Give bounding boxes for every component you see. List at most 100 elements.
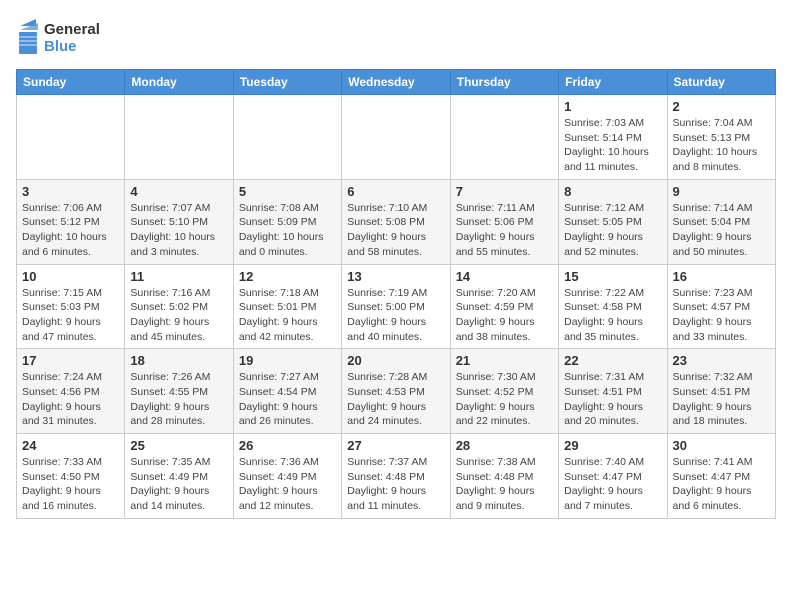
- day-info: Sunrise: 7:40 AM Sunset: 4:47 PM Dayligh…: [564, 455, 661, 514]
- calendar-cell: 8 Sunrise: 7:12 AM Sunset: 5:05 PM Daylig…: [559, 179, 667, 264]
- logo: General Blue: [16, 16, 146, 61]
- day-info: Sunrise: 7:24 AM Sunset: 4:56 PM Dayligh…: [22, 370, 119, 429]
- svg-text:Blue: Blue: [44, 38, 77, 55]
- day-number: 12: [239, 269, 336, 284]
- day-info: Sunrise: 7:19 AM Sunset: 5:00 PM Dayligh…: [347, 286, 444, 345]
- day-info: Sunrise: 7:26 AM Sunset: 4:55 PM Dayligh…: [130, 370, 227, 429]
- calendar-cell: 14 Sunrise: 7:20 AM Sunset: 4:59 PM Dayli…: [450, 264, 558, 349]
- day-info: Sunrise: 7:18 AM Sunset: 5:01 PM Dayligh…: [239, 286, 336, 345]
- calendar-cell: 10 Sunrise: 7:15 AM Sunset: 5:03 PM Dayli…: [17, 264, 125, 349]
- calendar-cell: 27 Sunrise: 7:37 AM Sunset: 4:48 PM Dayli…: [342, 434, 450, 519]
- calendar-cell: 3Sunrise: 7:06 AM Sunset: 5:12 PM Daylig…: [17, 179, 125, 264]
- calendar-cell: 7 Sunrise: 7:11 AM Sunset: 5:06 PM Daylig…: [450, 179, 558, 264]
- day-number: 30: [673, 438, 770, 453]
- day-info: Sunrise: 7:10 AM Sunset: 5:08 PM Dayligh…: [347, 201, 444, 260]
- calendar-cell: 13 Sunrise: 7:19 AM Sunset: 5:00 PM Dayli…: [342, 264, 450, 349]
- day-info: Sunrise: 7:30 AM Sunset: 4:52 PM Dayligh…: [456, 370, 553, 429]
- week-row-4: 17 Sunrise: 7:24 AM Sunset: 4:56 PM Dayli…: [17, 349, 776, 434]
- day-number: 28: [456, 438, 553, 453]
- calendar-cell: 1Sunrise: 7:03 AM Sunset: 5:14 PM Daylig…: [559, 95, 667, 180]
- day-number: 24: [22, 438, 119, 453]
- day-header-wednesday: Wednesday: [342, 70, 450, 95]
- day-headers-row: SundayMondayTuesdayWednesdayThursdayFrid…: [17, 70, 776, 95]
- day-number: 2: [673, 99, 770, 114]
- day-number: 8: [564, 184, 661, 199]
- day-number: 22: [564, 353, 661, 368]
- day-number: 19: [239, 353, 336, 368]
- calendar-cell: 22 Sunrise: 7:31 AM Sunset: 4:51 PM Dayli…: [559, 349, 667, 434]
- day-info: Sunrise: 7:32 AM Sunset: 4:51 PM Dayligh…: [673, 370, 770, 429]
- day-header-saturday: Saturday: [667, 70, 775, 95]
- day-header-monday: Monday: [125, 70, 233, 95]
- day-header-friday: Friday: [559, 70, 667, 95]
- week-row-5: 24 Sunrise: 7:33 AM Sunset: 4:50 PM Dayli…: [17, 434, 776, 519]
- day-number: 16: [673, 269, 770, 284]
- calendar-cell: 29 Sunrise: 7:40 AM Sunset: 4:47 PM Dayli…: [559, 434, 667, 519]
- calendar-cell: 11 Sunrise: 7:16 AM Sunset: 5:02 PM Dayli…: [125, 264, 233, 349]
- calendar-cell: 6 Sunrise: 7:10 AM Sunset: 5:08 PM Daylig…: [342, 179, 450, 264]
- logo-svg: General Blue: [16, 16, 146, 61]
- day-info: Sunrise: 7:31 AM Sunset: 4:51 PM Dayligh…: [564, 370, 661, 429]
- day-number: 10: [22, 269, 119, 284]
- calendar: SundayMondayTuesdayWednesdayThursdayFrid…: [16, 69, 776, 519]
- day-header-sunday: Sunday: [17, 70, 125, 95]
- calendar-cell: 4 Sunrise: 7:07 AM Sunset: 5:10 PM Daylig…: [125, 179, 233, 264]
- day-number: 18: [130, 353, 227, 368]
- day-info: Sunrise: 7:35 AM Sunset: 4:49 PM Dayligh…: [130, 455, 227, 514]
- calendar-cell: 2 Sunrise: 7:04 AM Sunset: 5:13 PM Daylig…: [667, 95, 775, 180]
- calendar-cell: 12 Sunrise: 7:18 AM Sunset: 5:01 PM Dayli…: [233, 264, 341, 349]
- day-number: 13: [347, 269, 444, 284]
- day-header-tuesday: Tuesday: [233, 70, 341, 95]
- calendar-cell: 26 Sunrise: 7:36 AM Sunset: 4:49 PM Dayli…: [233, 434, 341, 519]
- day-number: 29: [564, 438, 661, 453]
- day-info: Sunrise: 7:15 AM Sunset: 5:03 PM Dayligh…: [22, 286, 119, 345]
- day-info: Sunrise: 7:20 AM Sunset: 4:59 PM Dayligh…: [456, 286, 553, 345]
- day-number: 15: [564, 269, 661, 284]
- calendar-cell: [17, 95, 125, 180]
- day-number: 25: [130, 438, 227, 453]
- calendar-cell: 5 Sunrise: 7:08 AM Sunset: 5:09 PM Daylig…: [233, 179, 341, 264]
- calendar-cell: 24 Sunrise: 7:33 AM Sunset: 4:50 PM Dayli…: [17, 434, 125, 519]
- day-info: Sunrise: 7:07 AM Sunset: 5:10 PM Dayligh…: [130, 201, 227, 260]
- calendar-cell: 21 Sunrise: 7:30 AM Sunset: 4:52 PM Dayli…: [450, 349, 558, 434]
- day-number: 3: [22, 184, 119, 199]
- calendar-cell: [450, 95, 558, 180]
- day-info: Sunrise: 7:37 AM Sunset: 4:48 PM Dayligh…: [347, 455, 444, 514]
- calendar-cell: 19Sunrise: 7:27 AM Sunset: 4:54 PM Dayli…: [233, 349, 341, 434]
- day-number: 14: [456, 269, 553, 284]
- calendar-cell: 16 Sunrise: 7:23 AM Sunset: 4:57 PM Dayli…: [667, 264, 775, 349]
- week-row-3: 10 Sunrise: 7:15 AM Sunset: 5:03 PM Dayli…: [17, 264, 776, 349]
- day-number: 17: [22, 353, 119, 368]
- day-info: Sunrise: 7:11 AM Sunset: 5:06 PM Dayligh…: [456, 201, 553, 260]
- day-info: Sunrise: 7:16 AM Sunset: 5:02 PM Dayligh…: [130, 286, 227, 345]
- day-header-thursday: Thursday: [450, 70, 558, 95]
- day-number: 11: [130, 269, 227, 284]
- day-info: Sunrise: 7:33 AM Sunset: 4:50 PM Dayligh…: [22, 455, 119, 514]
- calendar-cell: 9Sunrise: 7:14 AM Sunset: 5:04 PM Daylig…: [667, 179, 775, 264]
- day-info: Sunrise: 7:38 AM Sunset: 4:48 PM Dayligh…: [456, 455, 553, 514]
- calendar-cell: [233, 95, 341, 180]
- day-number: 23: [673, 353, 770, 368]
- day-number: 27: [347, 438, 444, 453]
- day-number: 6: [347, 184, 444, 199]
- day-number: 7: [456, 184, 553, 199]
- day-number: 5: [239, 184, 336, 199]
- day-info: Sunrise: 7:36 AM Sunset: 4:49 PM Dayligh…: [239, 455, 336, 514]
- day-info: Sunrise: 7:08 AM Sunset: 5:09 PM Dayligh…: [239, 201, 336, 260]
- calendar-cell: 18 Sunrise: 7:26 AM Sunset: 4:55 PM Dayli…: [125, 349, 233, 434]
- day-info: Sunrise: 7:23 AM Sunset: 4:57 PM Dayligh…: [673, 286, 770, 345]
- day-number: 4: [130, 184, 227, 199]
- calendar-cell: 25 Sunrise: 7:35 AM Sunset: 4:49 PM Dayli…: [125, 434, 233, 519]
- calendar-cell: [342, 95, 450, 180]
- calendar-cell: 23 Sunrise: 7:32 AM Sunset: 4:51 PM Dayli…: [667, 349, 775, 434]
- calendar-cell: 30Sunrise: 7:41 AM Sunset: 4:47 PM Dayli…: [667, 434, 775, 519]
- day-info: Sunrise: 7:04 AM Sunset: 5:13 PM Dayligh…: [673, 116, 770, 175]
- day-info: Sunrise: 7:03 AM Sunset: 5:14 PM Dayligh…: [564, 116, 661, 175]
- day-number: 26: [239, 438, 336, 453]
- day-info: Sunrise: 7:28 AM Sunset: 4:53 PM Dayligh…: [347, 370, 444, 429]
- calendar-cell: [125, 95, 233, 180]
- week-row-2: 3Sunrise: 7:06 AM Sunset: 5:12 PM Daylig…: [17, 179, 776, 264]
- day-number: 21: [456, 353, 553, 368]
- day-info: Sunrise: 7:12 AM Sunset: 5:05 PM Dayligh…: [564, 201, 661, 260]
- svg-text:General: General: [44, 21, 100, 38]
